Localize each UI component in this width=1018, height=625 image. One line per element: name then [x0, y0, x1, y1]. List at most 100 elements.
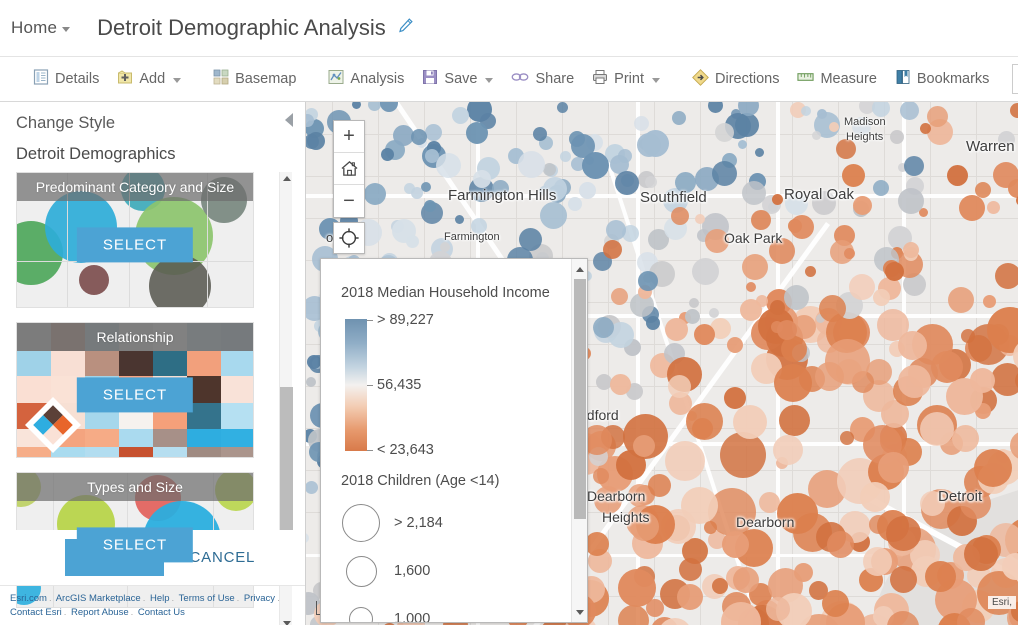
legend-body: 2018 Median Household Income > 89,227 56…	[321, 259, 571, 622]
select-button[interactable]: SELECT	[76, 227, 194, 263]
footer-link-terms-of-use[interactable]: Terms of Use	[179, 593, 235, 604]
relationship-swatch-icon	[24, 397, 82, 454]
ramp-tick-mid	[367, 385, 373, 386]
scroll-up-icon[interactable]	[572, 261, 587, 277]
legend-color-title: 2018 Median Household Income	[341, 285, 550, 301]
toolbar-bookmarks-label: Bookmarks	[916, 70, 990, 87]
toolbar-bookmarks-button[interactable]: Bookmarks	[886, 64, 999, 94]
map-attribution: Esri,	[988, 596, 1016, 609]
toolbar-share-button[interactable]: Share	[502, 64, 583, 94]
toolbar-share-label: Share	[535, 70, 575, 87]
panel-header: Change Style Detroit Demographics	[0, 102, 305, 164]
save-icon	[422, 69, 438, 89]
toolbar-basemap-label: Basemap	[235, 70, 297, 87]
pencil-icon[interactable]	[397, 17, 414, 39]
footer-link-contact-us[interactable]: Contact Us	[138, 607, 185, 618]
legend-size-row: 1,000	[341, 595, 571, 623]
zoom-in-button[interactable]: +	[334, 121, 364, 153]
select-button[interactable]: SELECT	[76, 527, 194, 563]
toolbar-directions-button[interactable]: Directions	[683, 64, 788, 94]
footer-link-report-abuse[interactable]: Report Abuse	[71, 607, 129, 618]
toolbar-details-label: Details	[55, 70, 100, 87]
ramp-label-high: > 89,227	[377, 312, 434, 328]
style-card-predominant-category-and-size[interactable]: Predominant Category and Size SELECT	[16, 172, 254, 308]
directions-icon	[692, 68, 709, 90]
ramp-label-low: < 23,643	[377, 442, 434, 458]
toolbar-analysis-button[interactable]: Analysis	[319, 64, 413, 94]
toolbar-details-button[interactable]: Details	[24, 64, 108, 94]
toolbar-save-label: Save	[444, 70, 478, 87]
locate-icon[interactable]	[333, 222, 365, 254]
home-icon[interactable]	[334, 153, 364, 185]
ramp-tick-high	[367, 320, 373, 321]
page-title: Detroit Demographic Analysis	[97, 15, 386, 40]
search-input-wrapper[interactable]	[1012, 64, 1018, 94]
toolbar-directions-label: Directions	[715, 70, 780, 87]
app-header: Home Detroit Demographic Analysis	[0, 0, 1018, 57]
basemap-icon	[213, 69, 229, 89]
home-label: Home	[11, 18, 58, 37]
legend-size-circle	[342, 504, 380, 542]
legend-scrollbar[interactable]	[571, 259, 587, 622]
footer-links: Esri.com. ArcGIS Marketplace. Help. Term…	[0, 585, 305, 625]
home-link[interactable]: Home	[11, 18, 71, 38]
bookmarks-icon	[895, 69, 911, 89]
scroll-down-icon[interactable]	[572, 604, 587, 620]
footer-link-contact-esri[interactable]: Contact Esri	[10, 607, 62, 618]
panel-title: Change Style	[16, 114, 116, 132]
measure-icon	[797, 70, 815, 88]
print-icon	[592, 69, 608, 89]
scrollbar-thumb[interactable]	[280, 387, 293, 532]
map-zoom-controls: + −	[333, 120, 365, 218]
toolbar-add-button[interactable]: Add	[108, 64, 190, 94]
select-button[interactable]: SELECT	[76, 377, 194, 413]
change-style-panel: Change Style Detroit Demographics Predom…	[0, 102, 306, 625]
footer-link-esri-com[interactable]: Esri.com	[10, 593, 47, 604]
footer-link-arcgis-marketplace[interactable]: ArcGIS Marketplace	[56, 593, 141, 604]
toolbar-measure-label: Measure	[820, 70, 877, 87]
legend-size-label: 1,000	[394, 611, 431, 623]
legend-size-title: 2018 Children (Age <14)	[341, 473, 500, 489]
map-canvas[interactable]: Madison Heights Warren Farmington Hills Sout…	[306, 102, 1018, 625]
toolbar-print-label: Print	[614, 70, 644, 87]
footer-links-row-1: Esri.com. ArcGIS Marketplace. Help. Term…	[10, 593, 280, 604]
chevron-down-icon	[485, 78, 494, 83]
footer-link-help[interactable]: Help	[150, 593, 170, 604]
footer-links-row-2: Contact Esri. Report Abuse. Contact Us	[10, 607, 185, 618]
details-icon	[33, 69, 49, 89]
add-icon	[117, 69, 133, 89]
scrollbar-thumb[interactable]	[574, 279, 586, 519]
share-icon	[511, 70, 529, 88]
footer-link-privacy[interactable]: Privacy	[244, 593, 275, 604]
scroll-up-icon[interactable]	[280, 172, 293, 185]
legend-size-classes: > 2,184 1,600 1,000	[341, 499, 571, 623]
toolbar-print-button[interactable]: Print	[583, 64, 669, 94]
ramp-tick-low	[367, 450, 373, 451]
chevron-down-icon	[173, 78, 182, 83]
legend-size-row: > 2,184	[341, 499, 571, 547]
main-toolbar: Details Add Basemap Analysis Save Share …	[0, 57, 1018, 102]
layer-name: Detroit Demographics	[16, 145, 176, 163]
card-title: Types and Size	[17, 473, 253, 501]
legend-size-label: 1,600	[394, 563, 431, 579]
legend-size-label: > 2,184	[394, 515, 443, 531]
legend-size-circle	[349, 607, 373, 622]
cancel-button[interactable]: CANCEL	[186, 539, 260, 576]
legend-size-circle	[345, 555, 377, 587]
ramp-label-mid: 56,435	[377, 377, 422, 393]
card-title: Relationship	[17, 323, 253, 351]
toolbar-save-button[interactable]: Save	[413, 64, 502, 94]
color-ramp-group: > 89,227 56,435 < 23,643	[341, 312, 571, 458]
chevron-down-icon	[62, 27, 71, 32]
color-ramp	[345, 319, 367, 451]
toolbar-basemap-button[interactable]: Basemap	[204, 64, 305, 94]
toolbar-add-label: Add	[139, 70, 166, 87]
legend-panel[interactable]: 2018 Median Household Income > 89,227 56…	[320, 258, 588, 623]
legend-size-row: 1,600	[341, 547, 571, 595]
analysis-icon	[328, 69, 344, 89]
zoom-out-button[interactable]: −	[334, 185, 364, 217]
collapse-left-icon[interactable]	[285, 113, 293, 127]
chevron-down-icon	[652, 78, 660, 83]
toolbar-measure-button[interactable]: Measure	[788, 64, 885, 94]
style-card-relationship[interactable]: Relationship SELECT	[16, 322, 254, 458]
